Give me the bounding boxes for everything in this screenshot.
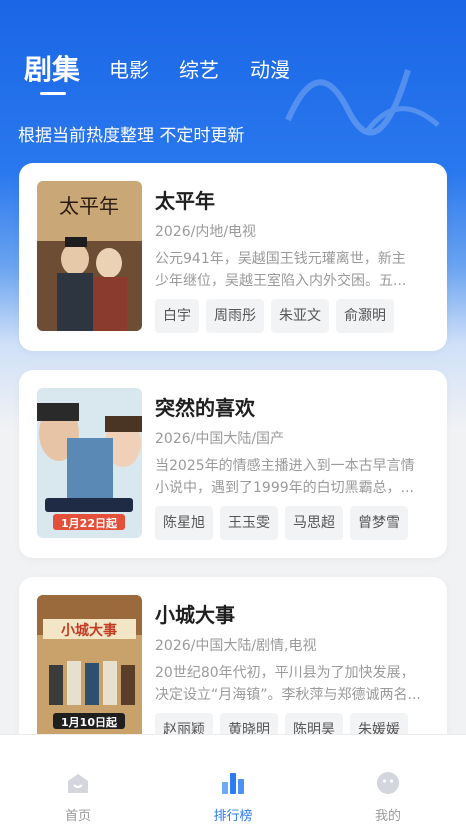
page-subtitle: 根据当前热度整理 不定时更新 — [18, 126, 245, 146]
nav-home[interactable]: 首页 — [18, 735, 138, 829]
poster-date: 1月10日起 — [61, 715, 118, 729]
nav-label: 首页 — [64, 809, 91, 824]
show-title: 小城大事 — [155, 603, 235, 627]
tab-movies[interactable]: 电影 — [109, 54, 149, 83]
show-description: 20世纪80年代初，平川县为了加快发展， 决定设立“月海镇”。李秋萍与郑德诚两名… — [155, 665, 421, 703]
nav-label: 我的 — [374, 809, 401, 824]
show-card[interactable]: 太平年 太平年 2026/内地/电视 公元941年，吴越国王钱元瓘离世，新主 少… — [19, 163, 447, 351]
actor-list: 白宇 周雨彤 朱亚文 俞灏明 — [155, 299, 394, 333]
actor-tag[interactable]: 朱亚文 — [271, 299, 329, 333]
show-card[interactable]: 1月22日起 突然的喜欢 2026/中国大陆/国产 当2025年的情感主播进入到… — [19, 370, 447, 558]
actor-tag[interactable]: 陈星旭 — [155, 506, 213, 540]
bottom-navigation: 首页 排行榜 我的 — [0, 734, 466, 829]
tab-variety[interactable]: 综艺 — [179, 54, 219, 83]
nav-label: 排行榜 — [213, 809, 253, 824]
show-meta: 2026/内地/电视 — [155, 224, 257, 240]
actor-tag[interactable]: 俞灏明 — [336, 299, 394, 333]
banner-decoration — [285, 69, 440, 136]
show-meta: 2026/中国大陆/国产 — [155, 431, 285, 447]
nav-ranking[interactable]: 排行榜 — [173, 735, 293, 829]
actor-tag[interactable]: 王玉雯 — [220, 506, 278, 540]
actor-list: 陈星旭 王玉雯 马思超 曾梦雪 — [155, 506, 408, 540]
tab-series[interactable]: 剧集 — [24, 48, 80, 88]
show-meta: 2026/中国大陆/剧情,电视 — [155, 638, 317, 654]
show-poster: 太平年 — [37, 181, 142, 331]
show-title: 太平年 — [155, 189, 215, 213]
profile-icon — [377, 772, 399, 794]
show-description: 当2025年的情感主播进入到一本古早言情 小说中，遇到了1999年的白切黑霸总，… — [155, 458, 415, 496]
show-poster: 1月22日起 — [37, 388, 142, 538]
poster-title: 小城大事 — [61, 622, 117, 639]
show-title: 突然的喜欢 — [155, 396, 255, 420]
show-description: 公元941年，吴越国王钱元瓘离世，新主 少年继位，吴越王室陷入内外交困。五... — [155, 251, 407, 289]
show-poster: 小城大事 1月10日起 — [37, 595, 142, 745]
ranking-icon — [222, 773, 244, 794]
poster-title: 太平年 — [59, 194, 119, 218]
home-icon — [68, 774, 88, 793]
actor-tag[interactable]: 马思超 — [285, 506, 343, 540]
active-tab-indicator — [40, 92, 66, 95]
actor-tag[interactable]: 曾梦雪 — [350, 506, 408, 540]
tab-anime[interactable]: 动漫 — [250, 54, 290, 83]
actor-tag[interactable]: 白宇 — [155, 299, 199, 333]
poster-date: 1月22日起 — [61, 516, 118, 530]
actor-tag[interactable]: 周雨彤 — [206, 299, 264, 333]
nav-profile[interactable]: 我的 — [328, 735, 448, 829]
